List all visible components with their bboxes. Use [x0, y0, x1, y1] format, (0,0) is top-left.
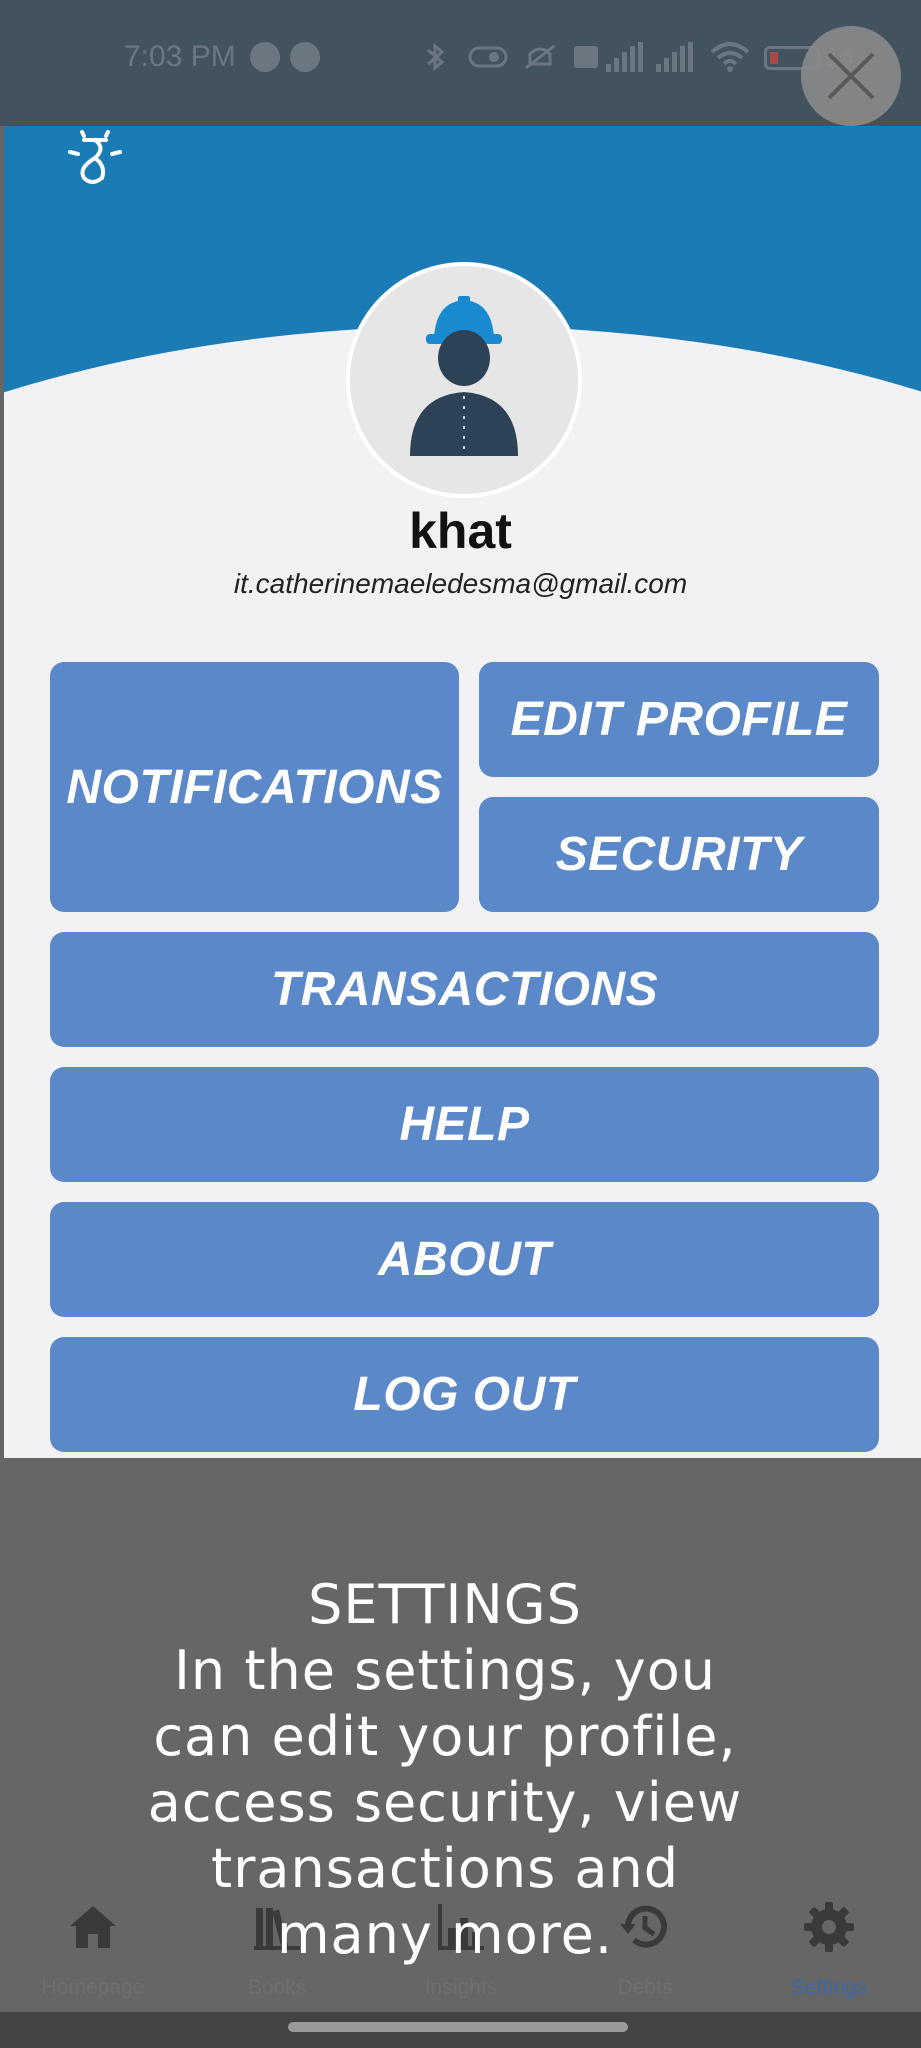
- close-tutorial-button[interactable]: [801, 26, 901, 126]
- mute-icon: [522, 42, 558, 72]
- volte-icon: [572, 42, 600, 72]
- vibrate-icon: [466, 42, 510, 72]
- tutorial-line: can edit your profile,: [153, 1705, 737, 1768]
- app-logo-icon: [62, 130, 128, 196]
- nav-label: Homepage: [41, 1976, 145, 1999]
- log-out-button[interactable]: LOG OUT: [50, 1337, 879, 1452]
- nav-label: Settings: [791, 1976, 867, 1999]
- gear-icon: [804, 1902, 854, 1952]
- avatar[interactable]: [346, 262, 582, 498]
- worker-avatar-icon: [410, 296, 518, 456]
- tutorial-line: In the settings, you: [174, 1639, 716, 1702]
- nav-label: Insights: [424, 1976, 498, 1999]
- status-bar: 7:03 PM 14: [0, 0, 921, 126]
- signal-icon: [656, 42, 693, 72]
- tutorial-line: access security, view: [147, 1771, 743, 1834]
- close-icon: [827, 52, 875, 100]
- notifications-button[interactable]: NOTIFICATIONS: [50, 662, 459, 912]
- tutorial-title: SETTINGS: [308, 1573, 582, 1636]
- messenger-icon: [250, 42, 280, 72]
- edit-profile-button[interactable]: EDIT PROFILE: [479, 662, 879, 777]
- app-icon: [290, 42, 320, 72]
- wifi-icon: [710, 42, 750, 72]
- nav-label: Debts: [617, 1976, 673, 1999]
- tutorial-line: transactions and: [211, 1837, 679, 1900]
- about-button[interactable]: ABOUT: [50, 1202, 879, 1317]
- settings-screen: 7:03 PM 14: [0, 0, 921, 2048]
- nav-label: Books: [247, 1976, 307, 1999]
- tutorial-line: many more.: [276, 1903, 614, 1966]
- help-button[interactable]: HELP: [50, 1067, 879, 1182]
- signal-icon: [606, 42, 643, 72]
- profile-email: it.catherinemaeledesma@gmail.com: [233, 568, 688, 599]
- bluetooth-icon: [424, 42, 448, 72]
- tutorial-text: SETTINGS In the settings, you can edit y…: [80, 1572, 810, 1968]
- status-time: 7:03 PM: [124, 40, 236, 73]
- security-button[interactable]: SECURITY: [479, 797, 879, 912]
- transactions-button[interactable]: TRANSACTIONS: [50, 932, 879, 1047]
- home-gesture-bar[interactable]: [288, 2022, 628, 2032]
- profile-name: khat: [409, 503, 512, 559]
